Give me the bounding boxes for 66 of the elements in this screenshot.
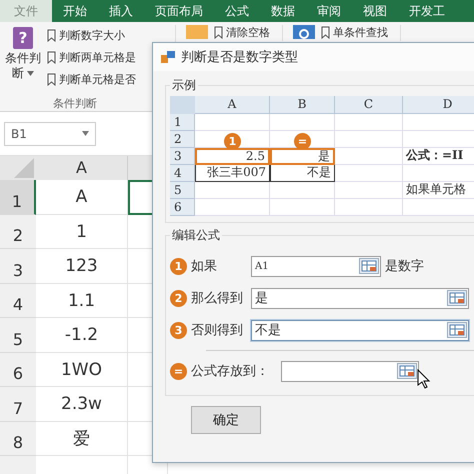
field-label: 否则得到	[191, 322, 243, 339]
ok-button[interactable]: 确定	[191, 406, 261, 434]
ribbon-item[interactable]: 判断单元格是否	[45, 69, 138, 89]
ribbon-tab[interactable]: 数据	[260, 0, 306, 22]
column-header: D	[403, 96, 474, 114]
row-header: 4	[170, 165, 195, 182]
condition-button[interactable]: ? 条件判断	[3, 25, 43, 89]
table-cell: 1.1	[36, 284, 128, 318]
table-cell: 1WO	[36, 352, 128, 387]
row-header[interactable]: 7	[0, 387, 36, 422]
table-cell: 不是	[270, 165, 335, 182]
row-header: 2	[170, 131, 195, 148]
row-header[interactable]: 5	[0, 318, 36, 352]
ribbon-tab[interactable]: 插入	[98, 0, 144, 22]
row-header[interactable]: 2	[0, 214, 36, 249]
name-box[interactable]: B1	[4, 122, 96, 146]
column-header[interactable]: A	[36, 156, 128, 180]
table-cell: 2.3w	[36, 387, 128, 422]
dialog-title: 判断是否是数字类型	[181, 49, 298, 66]
ribbon-tab[interactable]: 视图	[352, 0, 398, 22]
question-book-icon: ?	[13, 27, 33, 49]
step-badge: 2	[170, 290, 187, 306]
step-badge: =	[170, 362, 187, 380]
ribbon-tab[interactable]: 开始	[52, 0, 98, 22]
row-header: 5	[170, 182, 195, 199]
step-badge: 3	[170, 322, 187, 338]
input-field[interactable]: 是	[251, 288, 469, 308]
row-header[interactable]: 4	[0, 284, 36, 318]
column-header: C	[335, 96, 403, 114]
ribbon-item[interactable]: 判断两单元格是	[45, 47, 138, 67]
column-header: B	[270, 96, 335, 114]
group-label: 条件判断	[52, 96, 98, 111]
input-field[interactable]: 不是	[251, 320, 469, 340]
ribbon-tab[interactable]: 开发工	[398, 0, 456, 22]
table-cell: A	[36, 180, 128, 214]
ribbon-tab[interactable]: 公式	[214, 0, 260, 22]
ribbon-tab[interactable]: 页面布局	[144, 0, 214, 22]
group-title: 编辑公式	[171, 227, 221, 244]
table-cell: 爱	[36, 422, 128, 456]
table-cell: -1.2	[36, 318, 128, 352]
row-header: 6	[170, 199, 195, 216]
table-cell: 1	[36, 214, 128, 249]
row-header[interactable]: 1	[0, 180, 36, 214]
ribbon-item[interactable]: 判断数字大小	[45, 25, 138, 45]
field-label: 那么得到	[191, 290, 243, 307]
group-title: 示例	[171, 77, 197, 94]
row-header[interactable]: 3	[0, 249, 36, 284]
row-header: 3	[170, 148, 195, 165]
row-header[interactable]: 8	[0, 422, 36, 456]
step-badge: 1	[170, 258, 187, 274]
table-cell: 张三丰007	[195, 165, 270, 182]
table-cell: 是	[270, 148, 335, 165]
ribbon-item[interactable]: 清除空格	[212, 25, 272, 41]
field-label: 如果	[191, 258, 217, 275]
input-field[interactable]: A1	[251, 256, 381, 276]
row-header[interactable]: 6	[0, 352, 36, 387]
ribbon-item[interactable]: 单条件查找	[319, 25, 390, 41]
table-cell: 公式：=II	[403, 148, 474, 165]
table-cell: 123	[36, 249, 128, 284]
row-header: 1	[170, 114, 195, 131]
table-cell: 2.5	[195, 148, 270, 165]
table-cell: 如果单元格	[403, 182, 474, 199]
ribbon-tab[interactable]: 审阅	[306, 0, 352, 22]
field-suffix: 是数字	[385, 258, 424, 275]
column-header: A	[195, 96, 270, 114]
field-label: 公式存放到：	[191, 363, 269, 380]
